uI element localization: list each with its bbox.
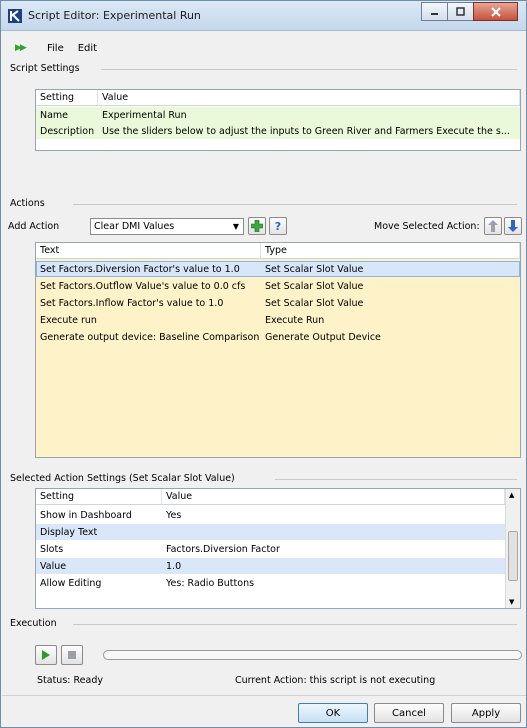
action-type: Set Scalar Slot Value: [265, 297, 364, 309]
plus-icon: [251, 220, 263, 232]
setting-name: Value: [40, 560, 67, 572]
action-text: Execute run: [40, 314, 97, 326]
table-row[interactable]: Display Text: [36, 524, 505, 540]
maximize-icon: [456, 7, 465, 16]
setting-value: 1.0: [166, 560, 182, 572]
riverware-app-icon: [8, 9, 22, 23]
move-selected-action-label: Move Selected Action:: [374, 221, 480, 232]
selected-action-settings-label: Selected Action Settings (Set Scalar Slo…: [10, 473, 235, 484]
play-button[interactable]: [35, 645, 57, 665]
menu-edit[interactable]: Edit: [78, 43, 97, 54]
menu-bar: ▶▶ File Edit: [2, 39, 526, 57]
move-action-up-button[interactable]: [484, 217, 502, 235]
minimize-icon: [431, 13, 438, 15]
column-header-setting[interactable]: Setting: [36, 489, 162, 504]
minimize-button[interactable]: [421, 2, 448, 21]
ok-button[interactable]: OK: [298, 703, 368, 723]
help-icon: ?: [274, 219, 282, 233]
scroll-up-icon[interactable]: ▲: [509, 491, 514, 499]
selected-action-settings-divider: [275, 479, 517, 480]
column-header-type[interactable]: Type: [261, 243, 520, 258]
column-header-text[interactable]: Text: [36, 243, 261, 258]
stop-button[interactable]: [61, 645, 83, 665]
arrow-up-icon: [488, 220, 498, 232]
current-action-status: Current Action: this script is not execu…: [235, 675, 436, 686]
menu-file[interactable]: File: [47, 43, 64, 54]
action-type: Set Scalar Slot Value: [265, 280, 364, 292]
table-row[interactable]: Allow Editing Yes: Radio Buttons: [36, 575, 505, 591]
close-icon: [490, 6, 501, 17]
table-row[interactable]: Description Use the sliders below to adj…: [36, 123, 520, 139]
setting-name: Show in Dashboard: [40, 509, 132, 521]
execution-label: Execution: [10, 618, 57, 629]
action-text: Set Factors.Inflow Factor's value to 1.0: [40, 297, 224, 309]
actions-table[interactable]: Text Type Set Factors.Diversion Factor's…: [35, 242, 521, 458]
move-action-down-button[interactable]: [504, 217, 522, 235]
footer-divider: [2, 695, 526, 696]
script-settings-label: Script Settings: [10, 63, 80, 74]
action-row[interactable]: Set Factors.Outflow Value's value to 0.0…: [36, 278, 520, 294]
cancel-button[interactable]: Cancel: [374, 703, 444, 723]
selected-settings-header: Setting Value: [36, 489, 505, 505]
execution-divider: [73, 624, 517, 625]
apply-button[interactable]: Apply: [451, 703, 521, 723]
stop-icon: [68, 651, 76, 659]
setting-value: Yes: Radio Buttons: [166, 577, 255, 589]
setting-value: Use the sliders below to adjust the inpu…: [102, 125, 510, 137]
actions-divider: [73, 204, 517, 205]
scrollbar-thumb[interactable]: [508, 531, 518, 581]
column-header-setting[interactable]: Setting: [36, 90, 98, 105]
action-row[interactable]: Execute run Execute Run: [36, 312, 520, 328]
setting-value: Experimental Run: [102, 109, 187, 121]
action-type: Set Scalar Slot Value: [265, 263, 364, 275]
table-row[interactable]: Slots Factors.Diversion Factor: [36, 541, 505, 557]
script-settings-header: Setting Value: [36, 90, 520, 106]
column-header-value[interactable]: Value: [98, 90, 520, 105]
setting-name: Allow Editing: [40, 577, 102, 589]
add-action-button[interactable]: [248, 217, 266, 235]
script-settings-table[interactable]: Setting Value Name Experimental Run Desc…: [35, 89, 521, 151]
run-script-icon[interactable]: ▶▶: [15, 43, 33, 53]
action-type: Generate Output Device: [265, 331, 381, 343]
scroll-down-icon[interactable]: ▼: [509, 598, 514, 606]
setting-value: Yes: [166, 509, 182, 521]
selected-action-settings-table[interactable]: Setting Value Show in Dashboard Yes Disp…: [35, 488, 521, 609]
add-action-dropdown[interactable]: Clear DMI Values ▼: [90, 218, 244, 235]
column-header-value[interactable]: Value: [162, 489, 505, 504]
title-bar[interactable]: Script Editor: Experimental Run: [1, 1, 526, 31]
setting-name: Description: [40, 125, 95, 137]
settings-vertical-scrollbar[interactable]: ▲ ▼: [505, 489, 520, 608]
setting-name: Display Text: [40, 526, 98, 538]
add-action-selected-value: Clear DMI Values: [94, 221, 175, 232]
table-row[interactable]: Name Experimental Run: [36, 107, 520, 123]
window-title: Script Editor: Experimental Run: [28, 9, 201, 22]
table-row[interactable]: Value 1.0: [36, 558, 505, 574]
setting-name: Name: [40, 109, 69, 121]
action-type: Execute Run: [265, 314, 325, 326]
setting-value: Factors.Diversion Factor: [166, 543, 280, 555]
actions-label: Actions: [10, 198, 45, 209]
action-text: Set Factors.Outflow Value's value to 0.0…: [40, 280, 246, 292]
action-help-button[interactable]: ?: [269, 217, 287, 235]
script-settings-divider: [101, 69, 517, 70]
script-editor-window: Script Editor: Experimental Run ▶▶ File …: [0, 0, 527, 728]
action-row[interactable]: Set Factors.Inflow Factor's value to 1.0…: [36, 295, 520, 311]
action-row[interactable]: Generate output device: Baseline Compari…: [36, 329, 520, 345]
execution-progress-bar: [103, 650, 522, 660]
add-action-label: Add Action: [8, 221, 60, 232]
execution-status: Status: Ready: [37, 675, 103, 686]
arrow-down-icon: [508, 220, 518, 232]
table-row[interactable]: Show in Dashboard Yes: [36, 507, 505, 523]
action-row[interactable]: Set Factors.Diversion Factor's value to …: [36, 261, 520, 277]
dropdown-arrow-icon: ▼: [232, 222, 239, 231]
actions-table-header: Text Type: [36, 243, 520, 259]
close-button[interactable]: [473, 2, 518, 21]
action-text: Set Factors.Diversion Factor's value to …: [40, 263, 240, 275]
setting-name: Slots: [40, 543, 64, 555]
window-controls: [421, 2, 518, 21]
play-icon: [42, 650, 50, 660]
maximize-button[interactable]: [447, 2, 474, 21]
action-text: Generate output device: Baseline Compari…: [40, 331, 260, 343]
